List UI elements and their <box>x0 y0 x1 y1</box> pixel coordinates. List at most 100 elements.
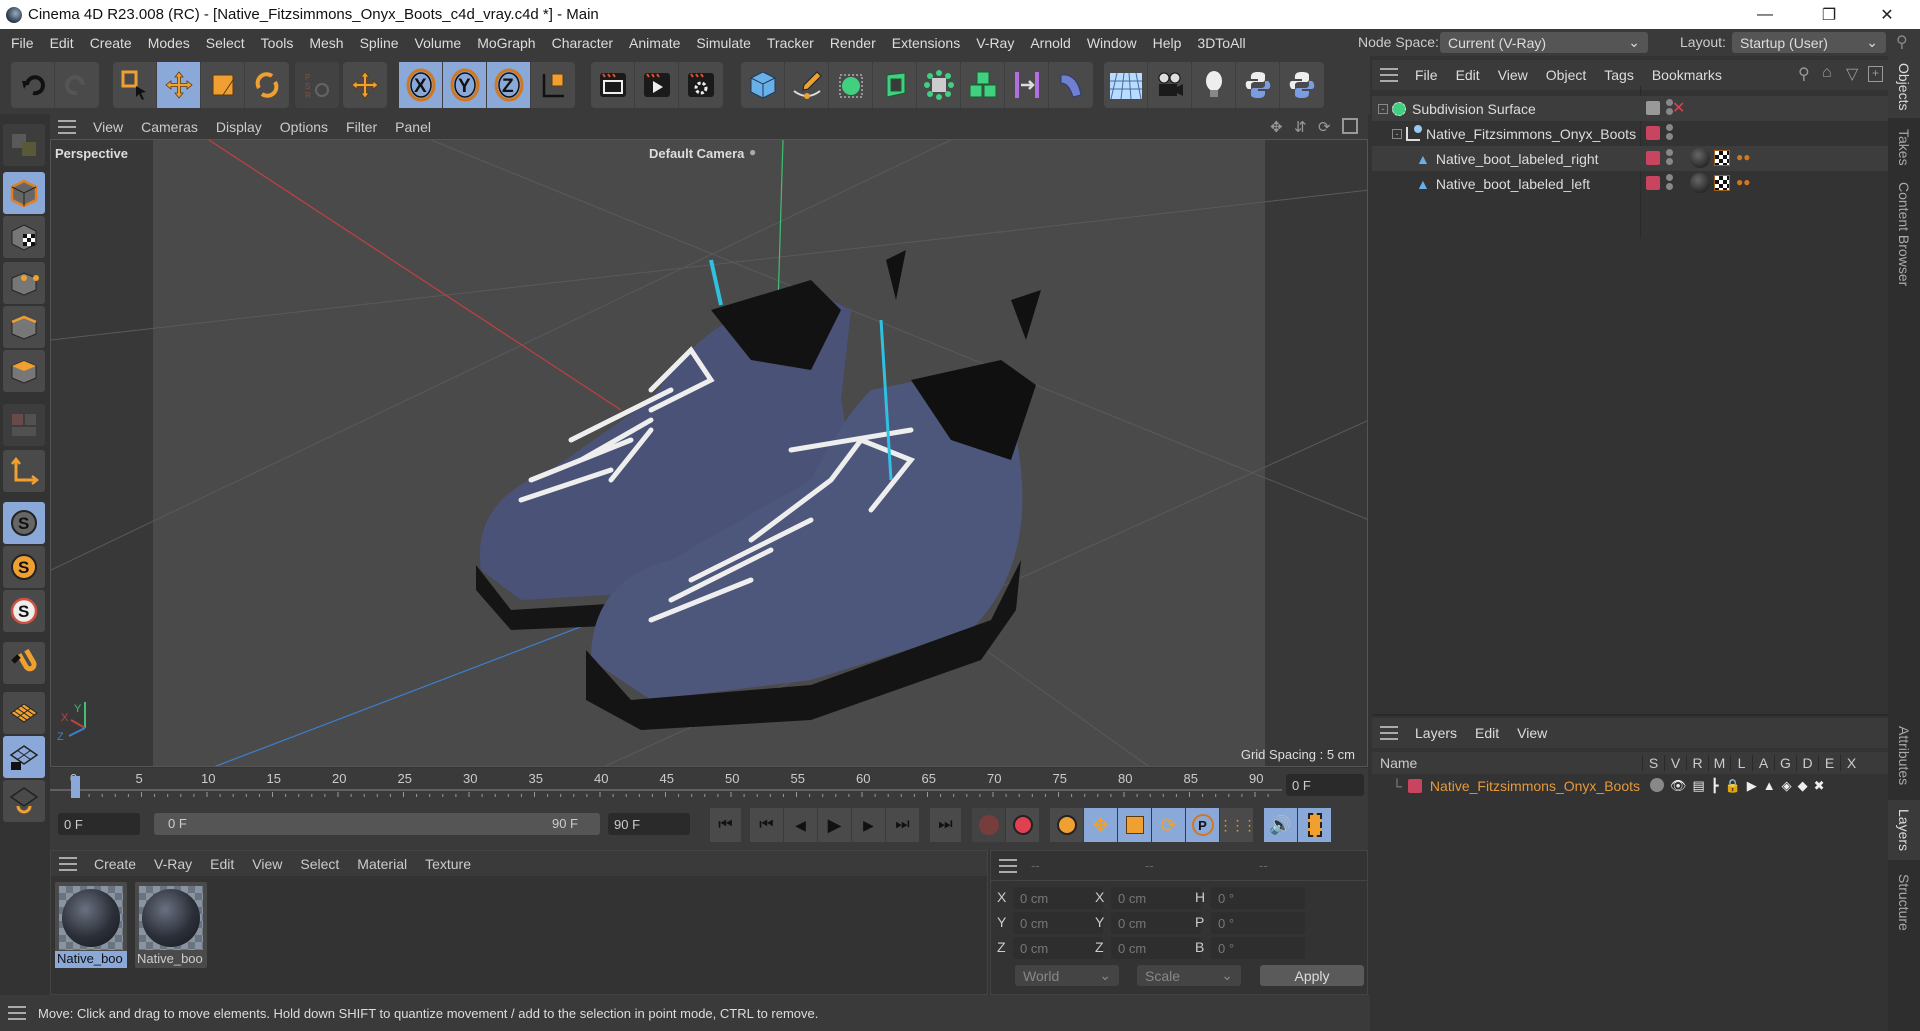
start-frame-field[interactable]: 0 F <box>58 813 140 835</box>
polygons-mode-button[interactable] <box>3 350 45 392</box>
solo-icon[interactable] <box>1649 778 1664 792</box>
render-settings-button[interactable] <box>679 62 723 108</box>
panel-divider[interactable] <box>1372 714 1888 716</box>
redo-button[interactable] <box>55 62 99 108</box>
record-keys-button[interactable] <box>972 808 1006 842</box>
object-menu-file[interactable]: File <box>1406 67 1447 83</box>
menu-tracker[interactable]: Tracker <box>759 35 822 51</box>
rotate-view-icon[interactable]: ⟳ <box>1318 118 1331 136</box>
layer-column-d[interactable]: D <box>1796 755 1818 771</box>
array-button[interactable] <box>917 62 961 108</box>
z-axis-lock-button[interactable]: Z <box>487 62 531 108</box>
layer-column-a[interactable]: A <box>1752 755 1774 771</box>
close-button[interactable]: ✕ <box>1864 0 1910 29</box>
material-menu-edit[interactable]: Edit <box>201 856 243 872</box>
object-menu-tags[interactable]: Tags <box>1595 67 1643 83</box>
menu-arnold[interactable]: Arnold <box>1022 35 1078 51</box>
menu-tools[interactable]: Tools <box>253 35 302 51</box>
texture-tag-icon[interactable] <box>1714 175 1730 191</box>
visibility-dots-icon[interactable] <box>1666 124 1673 140</box>
layer-column-x[interactable]: X <box>1840 755 1862 771</box>
texture-mode-button[interactable] <box>3 216 45 258</box>
material-menu-select[interactable]: Select <box>291 856 348 872</box>
light-button[interactable] <box>1192 62 1236 108</box>
new-window-icon[interactable]: + <box>1868 66 1883 82</box>
object-row[interactable]: ▲ Native_boot_labeled_left ●● <box>1372 171 1888 196</box>
axis-mode-button[interactable] <box>3 450 45 492</box>
render-view-button[interactable] <box>591 62 635 108</box>
film-button[interactable] <box>1298 808 1332 842</box>
material-menu-view[interactable]: View <box>243 856 291 872</box>
material-swatch[interactable]: Native_boo <box>135 882 207 968</box>
object-row[interactable]: ▲ Native_boot_labeled_right ●● <box>1372 146 1888 171</box>
coordinate-space-dropdown[interactable]: World ⌄ <box>1015 965 1119 986</box>
menu-3dtoall[interactable]: 3DToAll <box>1189 35 1253 51</box>
layer-menu-edit[interactable]: Edit <box>1466 725 1508 741</box>
menu-extensions[interactable]: Extensions <box>884 35 968 51</box>
visibility-dots-icon[interactable] <box>1666 174 1673 190</box>
snap-settings-button[interactable]: S <box>3 546 45 588</box>
menu-window[interactable]: Window <box>1079 35 1145 51</box>
apply-button[interactable]: Apply <box>1260 965 1364 986</box>
undo-button[interactable] <box>11 62 55 108</box>
collapse-icon[interactable]: - <box>1392 128 1402 139</box>
coordinate-field[interactable]: 0 cm <box>1111 912 1201 934</box>
vray-tag-icon[interactable]: ●● <box>1736 175 1751 189</box>
layout-dropdown[interactable]: Startup (User) ⌄ <box>1732 32 1886 53</box>
layer-menu-icon[interactable] <box>1380 726 1398 740</box>
menu-simulate[interactable]: Simulate <box>688 35 758 51</box>
menu-character[interactable]: Character <box>544 35 621 51</box>
layer-column-m[interactable]: M <box>1708 755 1730 771</box>
object-menu-bookmarks[interactable]: Bookmarks <box>1643 67 1731 83</box>
visible-eye-icon[interactable]: 👁 <box>1670 778 1687 794</box>
xref-icon[interactable]: ✖ <box>1814 778 1825 794</box>
python-button[interactable] <box>1236 62 1280 108</box>
coordinate-field[interactable]: 0 cm <box>1013 937 1103 959</box>
tab-layers[interactable]: Layers <box>1888 800 1920 860</box>
go-to-end-button[interactable]: ⏭ <box>930 808 962 842</box>
live-selection-button[interactable] <box>113 62 157 108</box>
search-icon[interactable]: ⚲ <box>1896 32 1908 52</box>
texture-tag-icon[interactable] <box>1714 150 1730 166</box>
menu-spline[interactable]: Spline <box>352 35 407 51</box>
move-button[interactable] <box>157 62 201 108</box>
key-position-button[interactable]: ✥ <box>1084 808 1118 842</box>
prev-key-button[interactable]: ⏮ <box>750 808 784 842</box>
menu-vray[interactable]: V-Ray <box>968 35 1022 51</box>
camera-icon[interactable]: ● <box>749 145 756 159</box>
filter-icon[interactable]: ▽ <box>1846 64 1858 84</box>
autokeying-button[interactable] <box>1006 808 1040 842</box>
layer-menu-layers[interactable]: Layers <box>1406 725 1466 741</box>
menu-modes[interactable]: Modes <box>140 35 198 51</box>
menu-render[interactable]: Render <box>822 35 884 51</box>
key-rotation-button[interactable]: ⟳ <box>1152 808 1186 842</box>
viewport-menu-panel[interactable]: Panel <box>386 119 440 135</box>
menu-file[interactable]: File <box>3 35 42 51</box>
layer-column-s[interactable]: S <box>1642 755 1664 771</box>
material-tag-icon[interactable] <box>1690 148 1710 168</box>
dolly-view-icon[interactable]: ⇵ <box>1294 118 1307 136</box>
keyframe-selection-button[interactable] <box>1050 808 1084 842</box>
cloner-button[interactable] <box>961 62 1005 108</box>
collapse-icon[interactable]: - <box>1378 103 1388 114</box>
viewport-menu-icon[interactable] <box>58 119 76 134</box>
coordinate-mode-dropdown[interactable]: Scale ⌄ <box>1137 965 1241 986</box>
tab-structure[interactable]: Structure <box>1888 862 1920 942</box>
tab-objects[interactable]: Objects <box>1888 56 1920 118</box>
uv-mode-button[interactable] <box>3 404 45 446</box>
frame-range-slider[interactable]: 0 F 90 F <box>154 813 600 835</box>
maximize-view-icon[interactable] <box>1342 118 1358 134</box>
snap-workplane-button[interactable]: S <box>3 590 45 632</box>
layer-column-r[interactable]: R <box>1686 755 1708 771</box>
layer-menu-view[interactable]: View <box>1508 725 1556 741</box>
viewport-menu-options[interactable]: Options <box>271 119 337 135</box>
layer-row[interactable]: └ Native_Fitzsimmons_Onyx_Boots 👁 ▤ ┣ 🔒 … <box>1372 774 1888 798</box>
y-axis-lock-button[interactable]: Y <box>443 62 487 108</box>
coordinate-field[interactable]: 0 cm <box>1111 937 1201 959</box>
object-row[interactable]: - Subdivision Surface ✕ <box>1372 96 1888 121</box>
restore-button[interactable]: ❐ <box>1806 0 1852 29</box>
viewport-menu-cameras[interactable]: Cameras <box>132 119 207 135</box>
menu-volume[interactable]: Volume <box>407 35 470 51</box>
object-menu-icon[interactable] <box>1380 68 1398 82</box>
pen-button[interactable] <box>785 62 829 108</box>
